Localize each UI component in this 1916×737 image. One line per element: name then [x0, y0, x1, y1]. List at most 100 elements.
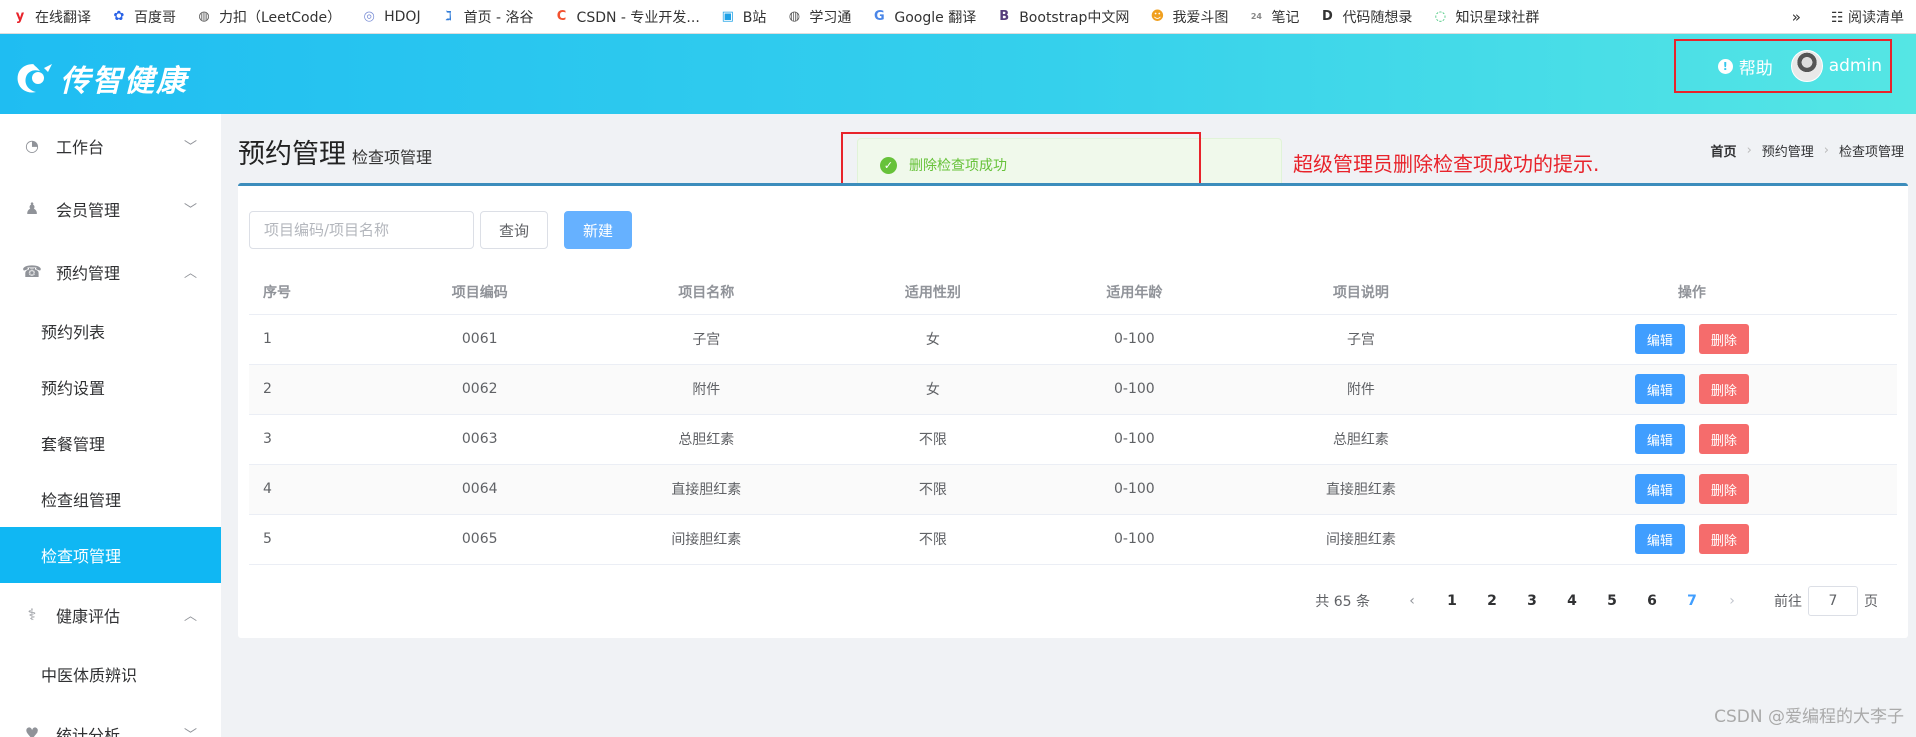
chevron-down-icon: ﹀ [183, 203, 197, 218]
sidebar-group[interactable]: ♥ 统计分析 ﹀ [0, 702, 221, 737]
sidebar-item[interactable]: 中医体质辨识 [0, 646, 221, 702]
table-cell-remark: 直接胆红素 [1235, 464, 1487, 515]
sidebar-group-label: 会员管理 [56, 200, 121, 220]
user-name[interactable]: admin [1829, 56, 1882, 76]
bookmarks-more-icon[interactable]: » [1792, 8, 1801, 26]
sidebar-item[interactable]: 预约列表 [0, 303, 221, 359]
table-cell-actions: 编辑 删除 [1486, 314, 1897, 365]
annotation-text: 超级管理员删除检查项成功的提示. [1293, 152, 1600, 176]
delete-button[interactable]: 删除 [1698, 524, 1749, 554]
chevron-left-icon[interactable]: ‹ [1392, 593, 1432, 609]
bookmark-label: 力扣（LeetCode） [219, 9, 342, 26]
bookmark-item[interactable]: ◍ 力扣（LeetCode） [196, 7, 341, 27]
pagination-page[interactable]: 3 [1512, 593, 1552, 609]
sidebar-group[interactable]: ♟ 会员管理 ﹀ [0, 177, 221, 240]
table-cell-idx: 1 [249, 314, 379, 365]
table-cell-actions: 编辑 删除 [1486, 514, 1897, 565]
edit-button[interactable]: 编辑 [1634, 324, 1685, 354]
bootstrap-icon: B [999, 9, 1010, 24]
pagination-page[interactable]: 4 [1552, 593, 1592, 609]
table-column-header: 项目名称 [580, 271, 833, 315]
bookmark-label: 知识星球社群 [1455, 9, 1540, 26]
table-cell-sex: 女 [832, 314, 1034, 365]
delete-button[interactable]: 删除 [1698, 324, 1749, 354]
breadcrumb-current: 检查项管理 [1838, 145, 1904, 160]
edit-button[interactable]: 编辑 [1634, 524, 1685, 554]
sidebar-item[interactable]: 检查组管理 [0, 471, 221, 527]
chevron-down-icon: ﹀ [183, 140, 197, 155]
sidebar-group[interactable]: ◔ 工作台 ﹀ [0, 114, 221, 177]
goto-prefix: 前往 [1774, 594, 1802, 610]
sidebar-group-label: 健康评估 [56, 606, 121, 626]
watermark: CSDN @爱编程的大李子 [1714, 707, 1904, 727]
query-button[interactable]: 查询 [480, 211, 549, 249]
pagination-page[interactable]: 5 [1592, 593, 1632, 609]
breadcrumb-home[interactable]: 首页 [1711, 141, 1737, 160]
table-column-header: 项目说明 [1235, 271, 1487, 315]
help-link[interactable]: ! 帮助 [1717, 54, 1773, 79]
bilibili-icon: ▣ [721, 9, 734, 24]
bookmark-item[interactable]: ◍ 学习通 [786, 7, 852, 27]
bookmark-item[interactable]: y 在线翻译 [12, 7, 91, 27]
toolbar: 查询 新建 [249, 211, 633, 249]
table-cell-name: 总胆红素 [580, 414, 833, 465]
bookmark-item[interactable]: ✿ 百度哥 [111, 7, 176, 27]
planet-icon: ◌ [1434, 9, 1447, 24]
chevron-down-icon: ﹀ [183, 728, 197, 737]
table-cell-age: 0-100 [1033, 314, 1236, 365]
alert-circle-icon: ! [1717, 58, 1733, 74]
pagination-page[interactable]: 7 [1672, 593, 1712, 609]
table-cell-age: 0-100 [1033, 514, 1236, 565]
bookmark-item[interactable]: B Bootstrap中文网 [996, 7, 1129, 27]
breadcrumb-separator-icon: › [1746, 143, 1752, 158]
delete-button[interactable]: 删除 [1698, 424, 1749, 454]
bookmark-item[interactable]: C CSDN - 专业开发... [554, 7, 700, 27]
sidebar-group[interactable]: ⚕ 健康评估 ︿ [0, 583, 221, 646]
search-input[interactable] [249, 211, 474, 249]
edit-button[interactable]: 编辑 [1634, 374, 1685, 404]
avatar[interactable] [1790, 50, 1823, 82]
sidebar-group[interactable]: ☎ 预约管理 ︿ [0, 240, 221, 303]
pagination-page[interactable]: 1 [1432, 593, 1472, 609]
pagination-page[interactable]: 2 [1472, 593, 1512, 609]
bookmark-item[interactable]: ◎ HDOJ [361, 9, 420, 25]
pagination-page[interactable]: 6 [1632, 593, 1672, 609]
breadcrumb-item: 预约管理 [1761, 145, 1814, 160]
table-cell-idx: 4 [249, 464, 379, 515]
bookmark-label: B站 [742, 9, 767, 26]
sidebar-item[interactable]: 套餐管理 [0, 415, 221, 471]
delete-button[interactable]: 删除 [1698, 374, 1749, 404]
table-column-header: 操作 [1486, 271, 1897, 315]
bookmark-item[interactable]: 24 笔记 [1248, 7, 1300, 27]
table-column-header: 适用年龄 [1033, 271, 1236, 315]
reading-list-button[interactable]: ☷ 阅读清单 [1831, 7, 1904, 27]
sidebar-item[interactable]: 预约设置 [0, 359, 221, 415]
bookmark-label: 首页 - 洛谷 [463, 9, 534, 26]
google-translate-icon: G [874, 9, 885, 24]
chevron-up-icon: ︿ [183, 609, 197, 624]
table-row: 4 0064 直接胆红素 不限 0-100 直接胆红素 编辑 删除 [249, 464, 1897, 515]
sidebar-item[interactable]: 检查项管理 [0, 527, 221, 583]
bookmark-item[interactable]: ☻ 我爱斗图 [1149, 7, 1229, 27]
bookmark-label: Google 翻译 [894, 9, 977, 26]
table-cell-name: 间接胆红素 [580, 514, 833, 565]
new-button[interactable]: 新建 [564, 211, 633, 249]
sidebar-group-label: 预约管理 [56, 263, 121, 283]
delete-button[interactable]: 删除 [1698, 474, 1749, 504]
globe-icon: ◍ [198, 9, 210, 24]
bookmark-item[interactable]: D 代码随想录 [1319, 7, 1412, 27]
bookmark-item[interactable]: ▣ B站 [720, 7, 767, 27]
edit-button[interactable]: 编辑 [1634, 474, 1685, 504]
table-cell-sex: 不限 [832, 464, 1034, 515]
table-cell-remark: 总胆红素 [1235, 414, 1487, 465]
doutu-icon: ☻ [1150, 9, 1165, 24]
table-cell-idx: 2 [249, 364, 379, 415]
bookmark-item[interactable]: ℷ 首页 - 洛谷 [441, 7, 534, 27]
app-logo[interactable]: 传智健康 [14, 56, 188, 100]
edit-button[interactable]: 编辑 [1634, 424, 1685, 454]
goto-page-input[interactable] [1808, 586, 1858, 616]
bookmark-item[interactable]: ◌ 知识星球社群 [1432, 7, 1540, 27]
breadcrumb: 首页 › 预约管理 › 检查项管理 [1711, 141, 1904, 160]
heart-icon: ♥ [24, 724, 40, 737]
bookmark-item[interactable]: G Google 翻译 [871, 7, 976, 27]
